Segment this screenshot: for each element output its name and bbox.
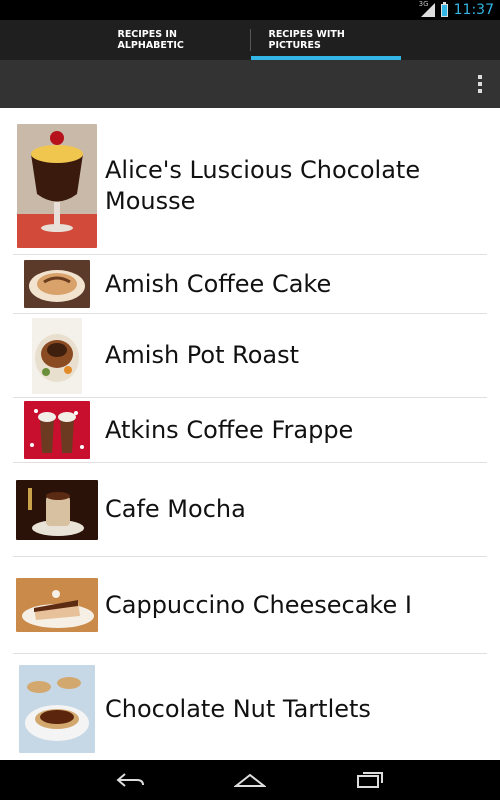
overflow-menu-icon[interactable]	[460, 60, 500, 108]
recipe-title: Cappuccino Cheesecake I	[105, 590, 412, 619]
navigation-bar	[0, 760, 500, 800]
recipe-row-cappuccino-cheesecake[interactable]: Cappuccino Cheesecake I	[13, 557, 487, 654]
battery-icon	[440, 1, 448, 17]
recipe-title: Cafe Mocha	[105, 495, 246, 523]
recipe-row-alices-mousse[interactable]: Alice's Luscious Chocolate Mousse	[13, 118, 487, 255]
recipe-thumbnail	[13, 316, 101, 396]
tab-label: RECIPES WITH PICTURES	[268, 29, 345, 51]
recipe-row-cafe-mocha[interactable]: Cafe Mocha	[13, 463, 487, 557]
recipe-title: Alice's Luscious Chocolate Mousse	[105, 156, 421, 215]
action-bar	[0, 60, 500, 108]
recipe-title: Chocolate Nut Tartlets	[105, 694, 371, 723]
back-icon[interactable]	[100, 760, 160, 800]
recipe-row-atkins-coffee-frappe[interactable]: Atkins Coffee Frappe	[13, 398, 487, 463]
recipe-thumbnail	[13, 256, 101, 312]
home-icon[interactable]	[220, 760, 280, 800]
tab-recipes-alphabetic[interactable]: RECIPES IN ALPHABETIC	[100, 20, 250, 60]
status-bar: 3G 11:37	[0, 0, 500, 20]
recipe-list[interactable]: Alice's Luscious Chocolate Mousse Amish …	[0, 108, 500, 760]
recipe-title: Amish Coffee Cake	[105, 269, 332, 298]
tab-label: RECIPES IN ALPHABETIC	[117, 29, 184, 51]
recipe-thumbnail	[13, 122, 101, 250]
tab-recipes-pictures[interactable]: RECIPES WITH PICTURES	[250, 20, 401, 60]
recipe-thumbnail	[13, 400, 101, 460]
signal-icon: 3G	[418, 0, 435, 17]
recipe-thumbnail	[13, 575, 101, 635]
network-type-label: 3G	[418, 0, 429, 8]
recipe-thumbnail	[13, 663, 101, 755]
recipe-title: Atkins Coffee Frappe	[105, 415, 354, 444]
recipe-row-chocolate-nut-tartlets[interactable]: Chocolate Nut Tartlets	[13, 654, 487, 760]
clock: 11:37	[453, 2, 494, 18]
recipe-row-amish-pot-roast[interactable]: Amish Pot Roast	[13, 314, 487, 398]
tab-bar: RECIPES IN ALPHABETIC RECIPES WITH PICTU…	[0, 20, 500, 60]
recipe-title: Amish Pot Roast	[105, 341, 300, 369]
recipe-row-amish-coffee-cake[interactable]: Amish Coffee Cake	[13, 255, 487, 314]
recipe-thumbnail	[13, 478, 101, 542]
recent-apps-icon[interactable]	[340, 760, 400, 800]
